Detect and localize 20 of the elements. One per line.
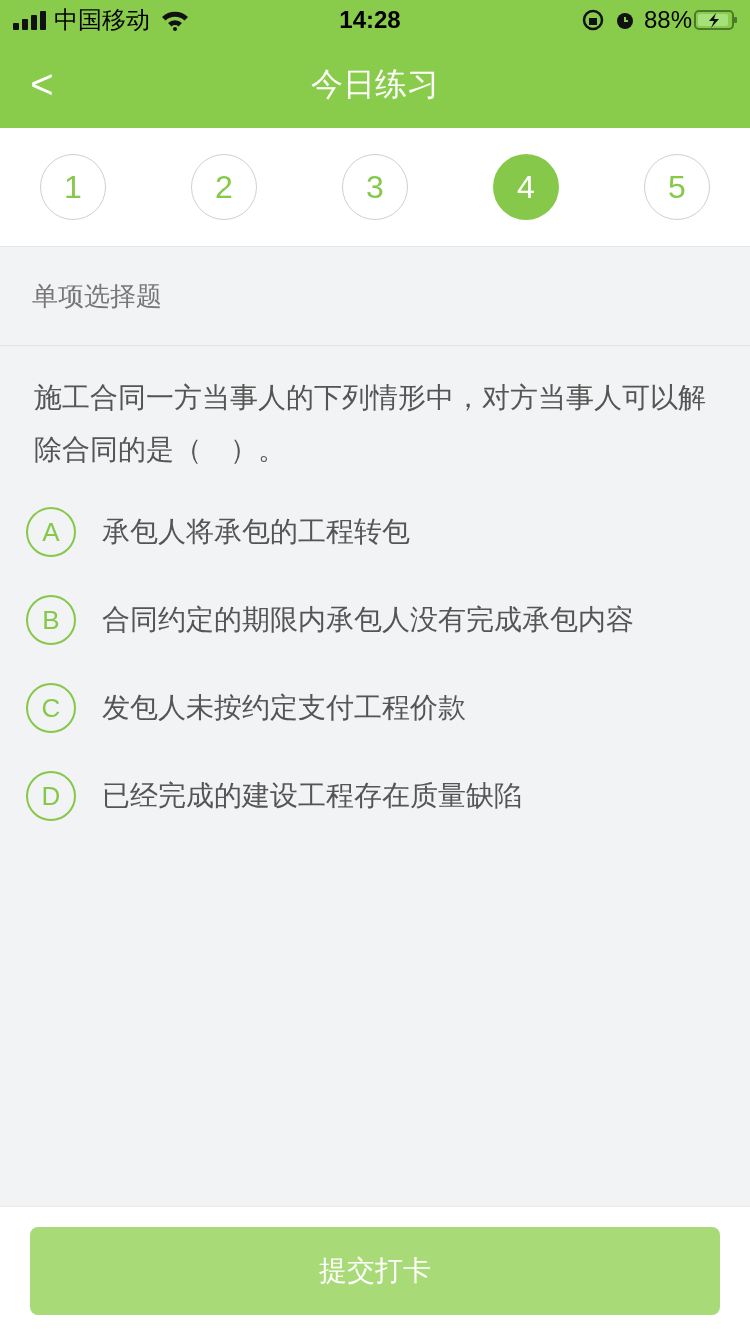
option-letter[interactable]: D [26, 771, 76, 821]
option-letter[interactable]: B [26, 595, 76, 645]
question-text: 施工合同一方当事人的下列情形中，对方当事人可以解除合同的是（ ）。 [33, 381, 707, 467]
option-text[interactable]: 发包人未按约定支付工程价款 [102, 687, 466, 729]
page-title: 今日练习 [311, 65, 439, 104]
signal-icon [12, 10, 48, 30]
option-letter[interactable]: A [26, 507, 76, 557]
question-type: 单项选择题 [32, 279, 162, 313]
option-text[interactable]: 已经完成的建设工程存在质量缺陷 [102, 775, 522, 817]
rotation-lock-icon [581, 9, 604, 31]
carrier-name: 中国移动 [54, 5, 150, 35]
clock-time: 14:28 [338, 5, 402, 35]
back-button[interactable]: < [24, 59, 60, 109]
wifi-icon [160, 9, 190, 31]
option-text[interactable]: 合同约定的期限内承包人没有完成承包内容 [102, 599, 634, 641]
question-number[interactable]: 4 [493, 154, 559, 220]
option-letter[interactable]: C [26, 683, 76, 733]
battery-icon [694, 9, 738, 31]
battery-percent: 88% [643, 5, 692, 35]
option-text[interactable]: 承包人将承包的工程转包 [102, 511, 410, 553]
